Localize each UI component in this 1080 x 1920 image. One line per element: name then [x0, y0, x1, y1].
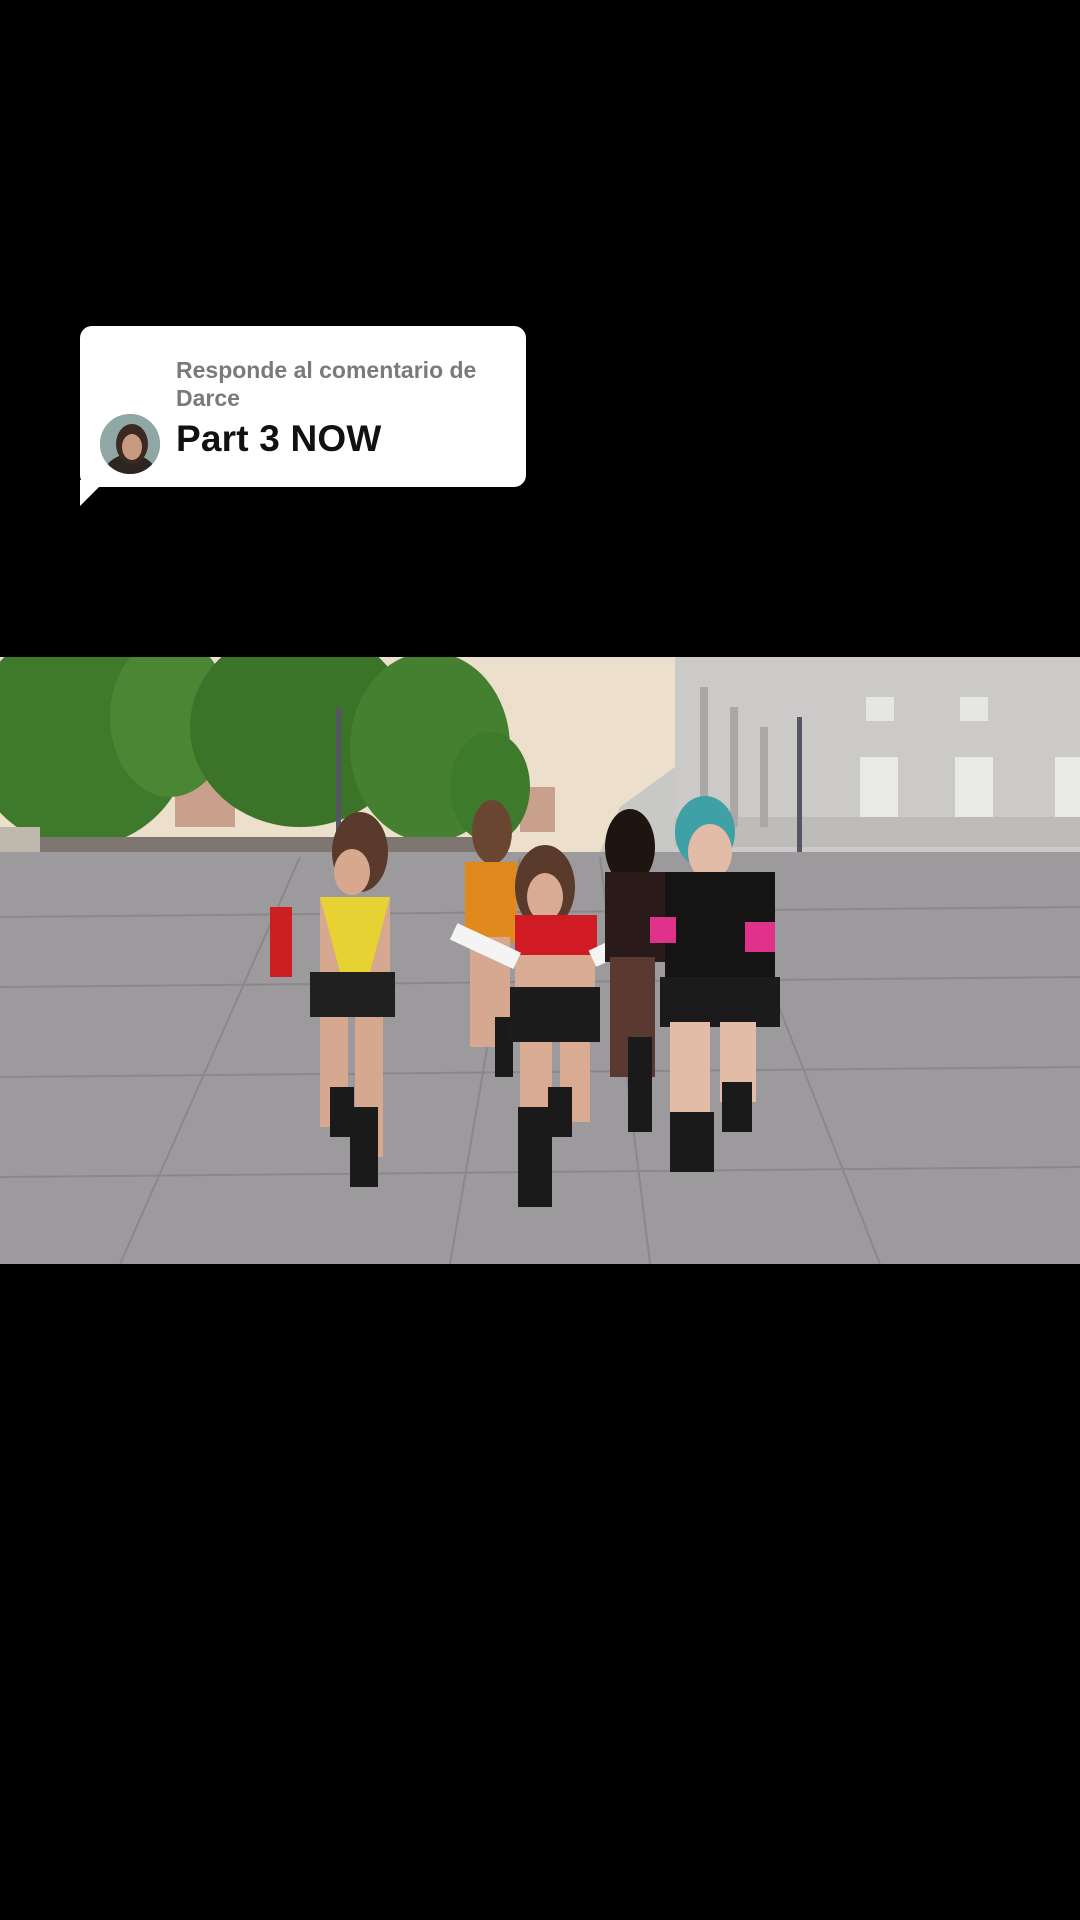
commenter-avatar[interactable]	[100, 414, 160, 474]
reply-label: Responde al comentario de Darce	[176, 357, 477, 411]
video-frame[interactable]	[0, 657, 1080, 1264]
trees	[0, 657, 530, 847]
reply-comment-text: Part 3 NOW	[176, 418, 382, 459]
comment-reply-bubble[interactable]: Responde al comentario de Darce Part 3 N…	[80, 326, 526, 487]
bubble-tail	[80, 480, 106, 506]
